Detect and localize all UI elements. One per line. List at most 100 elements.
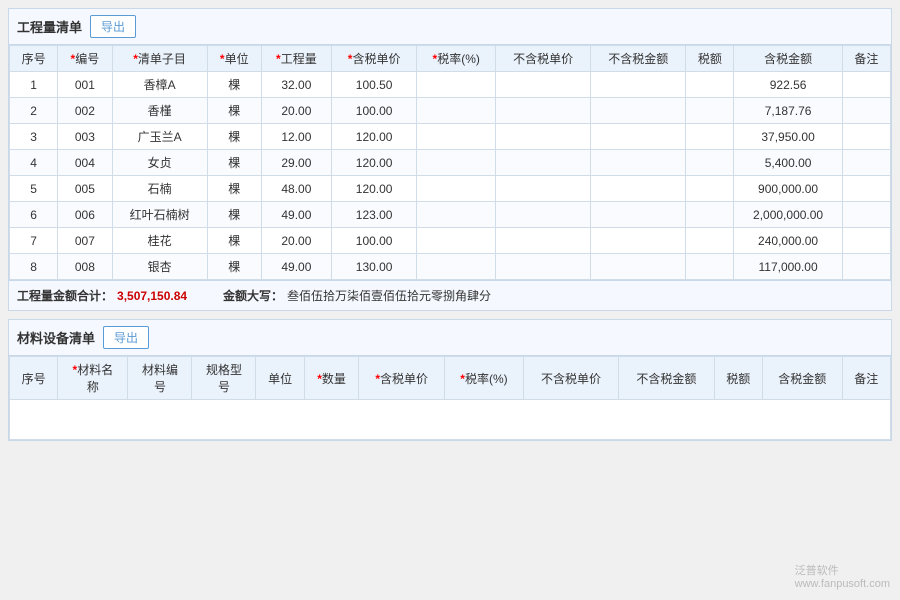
col-header-tax_rate: *税率(%) bbox=[417, 46, 496, 72]
section1-daxie-value: 叁佰伍拾万柒佰壹佰伍拾元零捌角肆分 bbox=[287, 287, 491, 304]
cell-unit: 棵 bbox=[207, 202, 261, 228]
cell-name: 石楠 bbox=[112, 176, 207, 202]
table-row: 2002香槿棵20.00100.007,187.76 bbox=[10, 98, 891, 124]
cell-tax_rate bbox=[417, 202, 496, 228]
cell-tax_value bbox=[686, 124, 734, 150]
cell-remark bbox=[842, 72, 890, 98]
cell-quantity: 12.00 bbox=[261, 124, 331, 150]
cell-no_tax_price bbox=[496, 176, 591, 202]
cell-tax_rate bbox=[417, 228, 496, 254]
cell-tax_value bbox=[686, 72, 734, 98]
cell-tax_amount: 5,400.00 bbox=[734, 150, 842, 176]
cell-tax_amount: 2,000,000.00 bbox=[734, 202, 842, 228]
col-header-no_tax_price: 不含税单价 bbox=[523, 357, 618, 400]
col-header-remark: 备注 bbox=[842, 357, 890, 400]
col-header-unit: 单位 bbox=[256, 357, 304, 400]
cell-no_tax_amount bbox=[591, 124, 686, 150]
required-star: * bbox=[317, 372, 322, 386]
cell-quantity: 20.00 bbox=[261, 98, 331, 124]
col-header-tax_price: *含税单价 bbox=[331, 46, 417, 72]
cell-quantity: 29.00 bbox=[261, 150, 331, 176]
cell-tax_value bbox=[686, 98, 734, 124]
required-star: * bbox=[460, 372, 465, 386]
cell-seq: 6 bbox=[10, 202, 58, 228]
section1-daxie-label: 金额大写： bbox=[223, 287, 283, 304]
table-row: 6006红叶石楠树棵49.00123.002,000,000.00 bbox=[10, 202, 891, 228]
section2-empty-row bbox=[10, 400, 891, 440]
required-star: * bbox=[276, 52, 281, 66]
section1-total-label: 工程量金额合计： bbox=[17, 287, 113, 304]
col-header-tax_rate: *税率(%) bbox=[445, 357, 524, 400]
cell-tax_price: 120.00 bbox=[331, 124, 417, 150]
cell-remark bbox=[842, 124, 890, 150]
cell-seq: 3 bbox=[10, 124, 58, 150]
cell-tax_value bbox=[686, 254, 734, 280]
cell-seq: 5 bbox=[10, 176, 58, 202]
cell-no_tax_price bbox=[496, 124, 591, 150]
cell-remark bbox=[842, 254, 890, 280]
col-header-name: *清单子目 bbox=[112, 46, 207, 72]
cell-seq: 2 bbox=[10, 98, 58, 124]
table-row: 3003广玉兰A棵12.00120.0037,950.00 bbox=[10, 124, 891, 150]
table-row: 5005石楠棵48.00120.00900,000.00 bbox=[10, 176, 891, 202]
cell-no_tax_price bbox=[496, 150, 591, 176]
cell-no_tax_price bbox=[496, 228, 591, 254]
engineering-quantity-section: 工程量清单 导出 序号*编号*清单子目*单位*工程量*含税单价*税率(%)不含税… bbox=[8, 8, 892, 311]
section2-export-button[interactable]: 导出 bbox=[103, 326, 149, 349]
section2-thead-row: 序号*材料名称材料编号规格型号单位*数量*含税单价*税率(%)不含税单价不含税金… bbox=[10, 357, 891, 400]
table-row: 7007桂花棵20.00100.00240,000.00 bbox=[10, 228, 891, 254]
cell-tax_price: 130.00 bbox=[331, 254, 417, 280]
cell-tax_value bbox=[686, 150, 734, 176]
col-header-no_tax_amount: 不含税金额 bbox=[591, 46, 686, 72]
col-header-seq: 序号 bbox=[10, 46, 58, 72]
cell-name: 红叶石楠树 bbox=[112, 202, 207, 228]
cell-name: 银杏 bbox=[112, 254, 207, 280]
col-header-tax_value: 税额 bbox=[686, 46, 734, 72]
cell-no_tax_amount bbox=[591, 254, 686, 280]
cell-tax_amount: 900,000.00 bbox=[734, 176, 842, 202]
cell-quantity: 49.00 bbox=[261, 202, 331, 228]
cell-tax_value bbox=[686, 176, 734, 202]
watermark-line2: www.fanpusoft.com bbox=[795, 578, 890, 590]
cell-quantity: 48.00 bbox=[261, 176, 331, 202]
cell-no_tax_price bbox=[496, 72, 591, 98]
cell-no_tax_amount bbox=[591, 150, 686, 176]
cell-unit: 棵 bbox=[207, 228, 261, 254]
cell-no_tax_amount bbox=[591, 72, 686, 98]
cell-seq: 7 bbox=[10, 228, 58, 254]
required-star: * bbox=[71, 52, 76, 66]
cell-no_tax_price bbox=[496, 202, 591, 228]
cell-unit: 棵 bbox=[207, 98, 261, 124]
cell-tax_rate bbox=[417, 254, 496, 280]
col-header-no_tax_price: 不含税单价 bbox=[496, 46, 591, 72]
cell-code: 001 bbox=[58, 72, 112, 98]
section1-thead-row: 序号*编号*清单子目*单位*工程量*含税单价*税率(%)不含税单价不含税金额税额… bbox=[10, 46, 891, 72]
cell-tax_amount: 240,000.00 bbox=[734, 228, 842, 254]
cell-no_tax_amount bbox=[591, 228, 686, 254]
section2-tbody bbox=[10, 400, 891, 440]
required-star: * bbox=[433, 52, 438, 66]
cell-name: 桂花 bbox=[112, 228, 207, 254]
cell-tax_amount: 117,000.00 bbox=[734, 254, 842, 280]
col-header-mat_code: 材料编号 bbox=[128, 357, 192, 400]
cell-remark bbox=[842, 202, 890, 228]
watermark-line1: 泛普软件 bbox=[795, 562, 890, 578]
section1-export-button[interactable]: 导出 bbox=[90, 15, 136, 38]
table-row: 4004女贞棵29.00120.005,400.00 bbox=[10, 150, 891, 176]
col-header-tax_amount: 含税金额 bbox=[762, 357, 842, 400]
cell-name: 广玉兰A bbox=[112, 124, 207, 150]
col-header-code: *编号 bbox=[58, 46, 112, 72]
cell-tax_value bbox=[686, 202, 734, 228]
col-header-tax_price: *含税单价 bbox=[359, 357, 445, 400]
cell-quantity: 20.00 bbox=[261, 228, 331, 254]
table-row: 8008银杏棵49.00130.00117,000.00 bbox=[10, 254, 891, 280]
cell-code: 007 bbox=[58, 228, 112, 254]
table-row: 1001香樟A棵32.00100.50922.56 bbox=[10, 72, 891, 98]
col-header-unit: *单位 bbox=[207, 46, 261, 72]
cell-tax_amount: 7,187.76 bbox=[734, 98, 842, 124]
cell-seq: 1 bbox=[10, 72, 58, 98]
section1-tbody: 1001香樟A棵32.00100.50922.562002香槿棵20.00100… bbox=[10, 72, 891, 280]
col-header-tax_value: 税额 bbox=[714, 357, 762, 400]
cell-code: 006 bbox=[58, 202, 112, 228]
cell-unit: 棵 bbox=[207, 176, 261, 202]
